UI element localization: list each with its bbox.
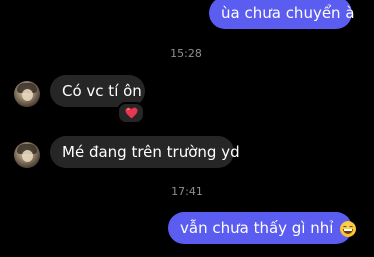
outgoing-message[interactable]: ùa chưa chuyển à (209, 0, 355, 29)
reaction-badge[interactable] (117, 102, 145, 124)
message-text: ùa chưa chuyển à (221, 4, 355, 22)
timestamp: 15:28 (170, 47, 202, 60)
avatar[interactable] (14, 81, 40, 107)
message-text: vẫn chưa thấy gì nhỉ (180, 219, 334, 237)
incoming-message[interactable]: Mé đang trên trường yd (50, 136, 240, 168)
outgoing-message[interactable]: vẫn chưa thấy gì nhỉ (168, 212, 357, 244)
grinning-face-icon (340, 220, 357, 237)
avatar[interactable] (14, 142, 40, 168)
timestamp: 17:41 (171, 185, 203, 198)
message-text: Mé đang trên trường yd (62, 143, 240, 161)
heart-icon (125, 107, 137, 119)
message-text: Có vc tí ôn (62, 82, 142, 100)
